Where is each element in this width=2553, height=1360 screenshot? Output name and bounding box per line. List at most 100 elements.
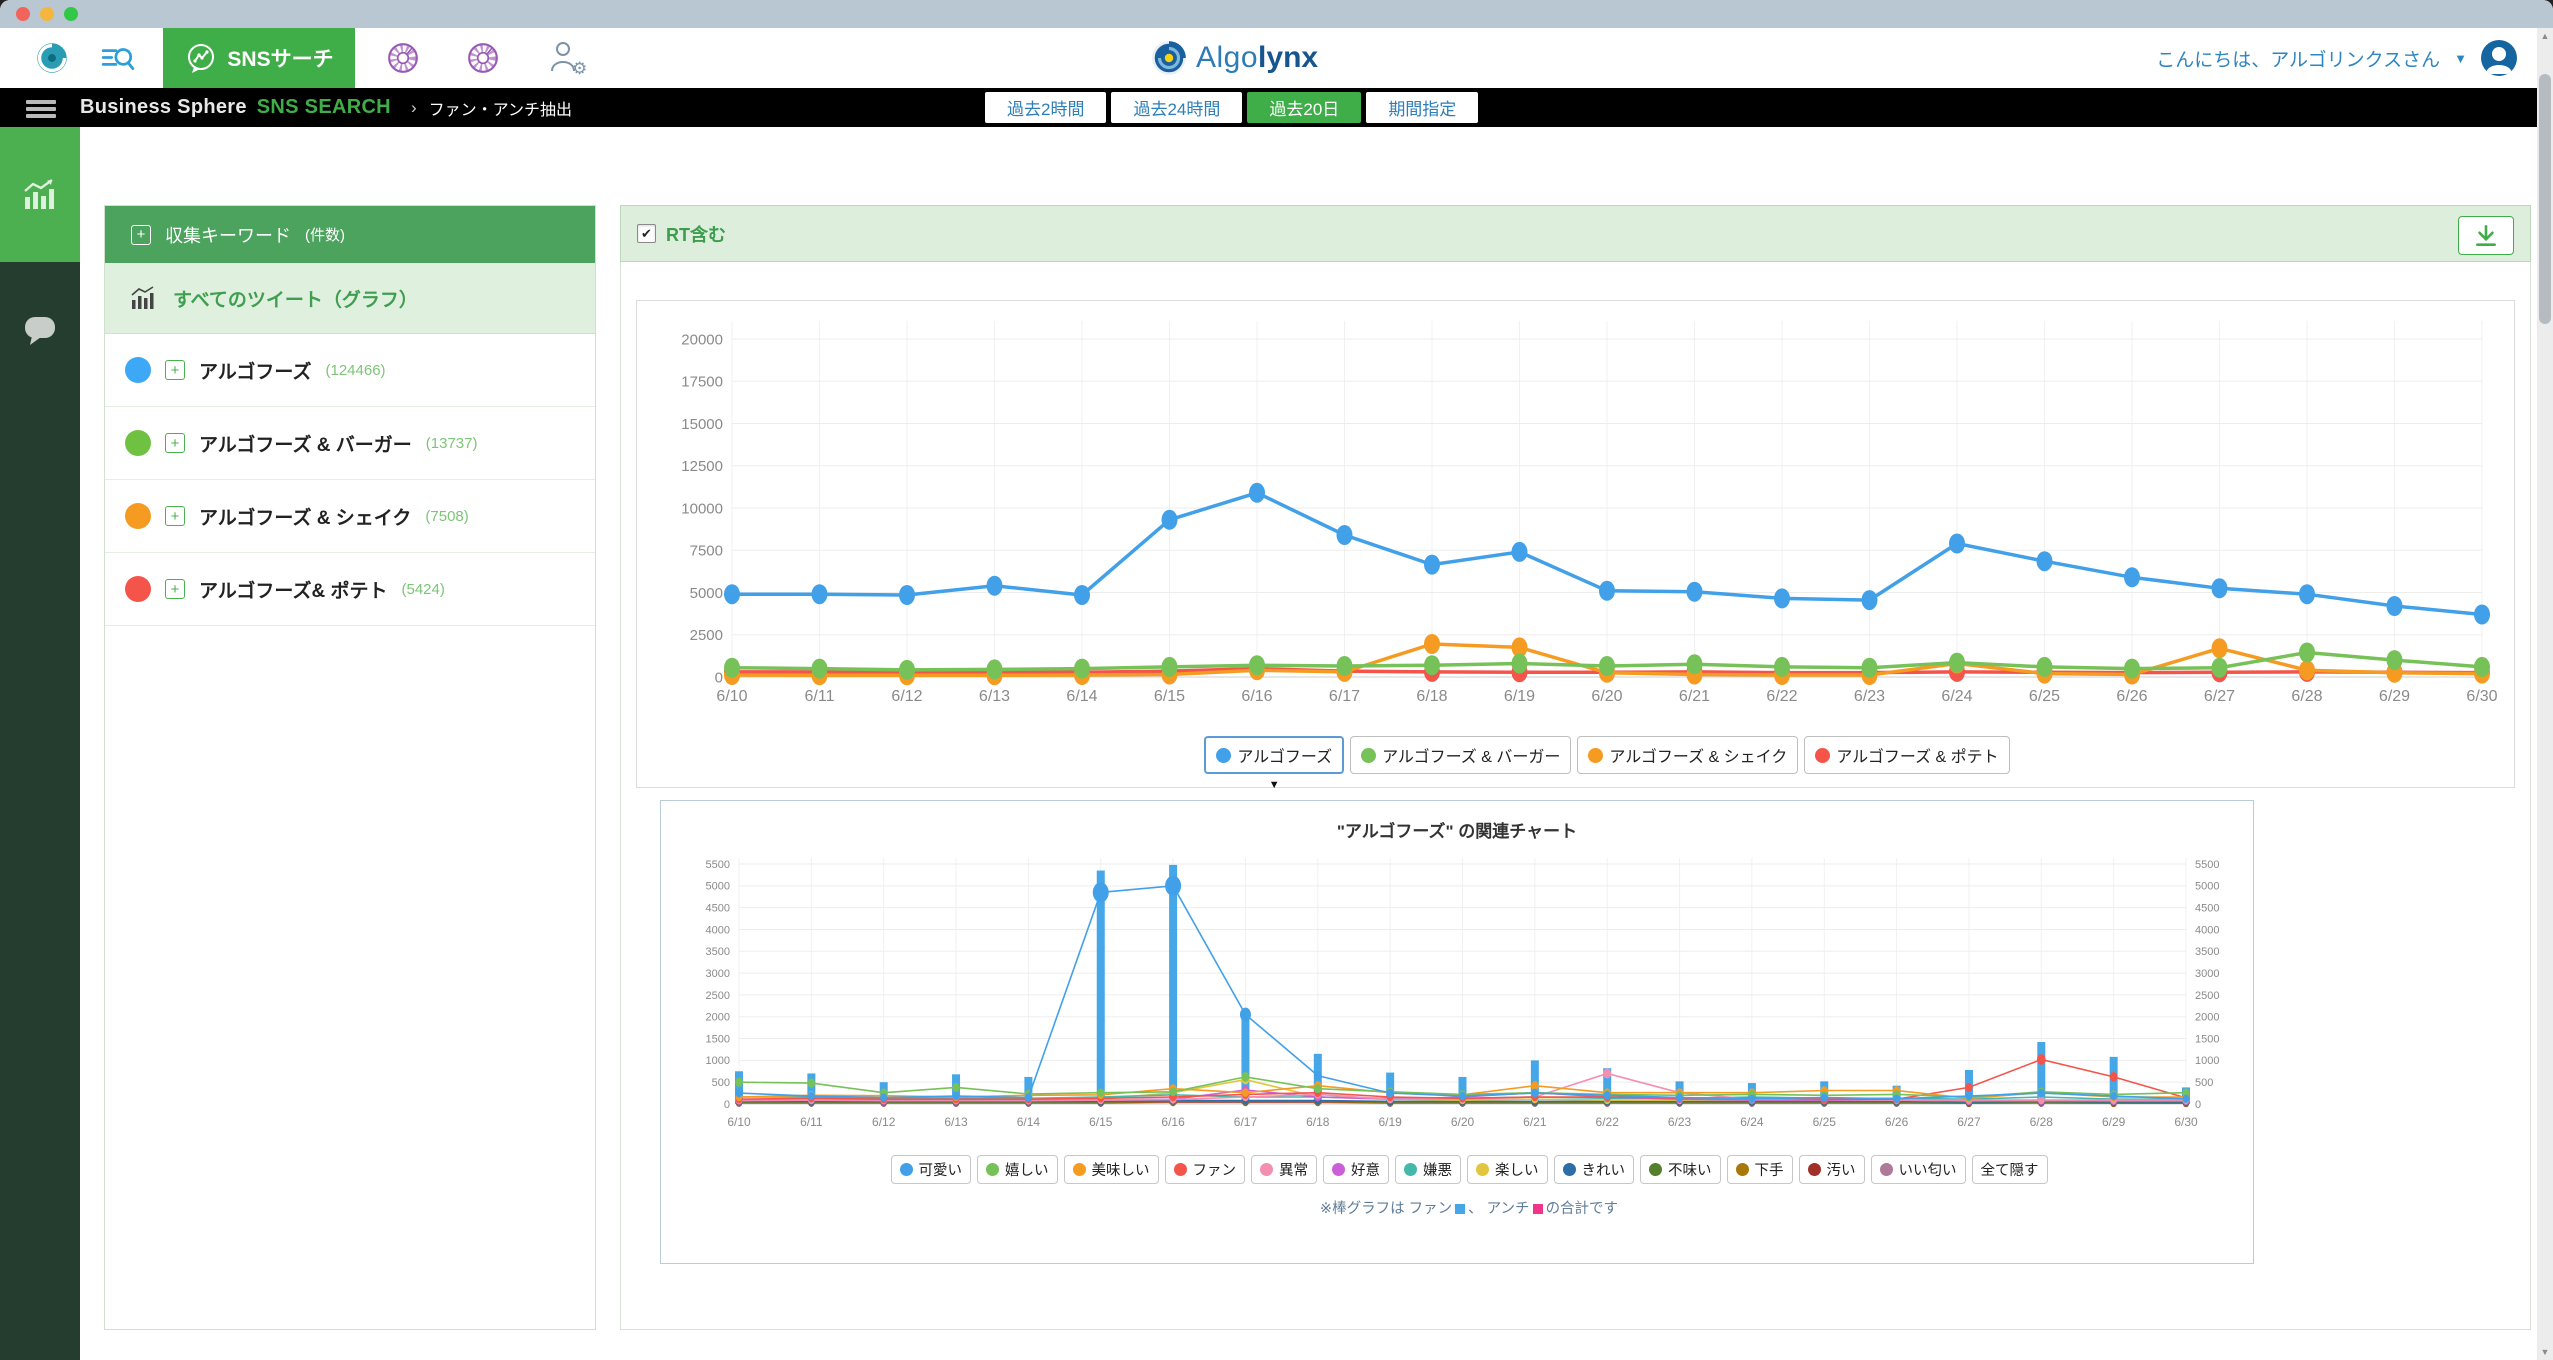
expand-plus-icon[interactable]: + — [165, 579, 185, 599]
legend-item-8[interactable]: きれい — [1553, 1155, 1634, 1184]
legend-item-2[interactable]: 美味しい — [1063, 1155, 1159, 1184]
tab-sns-search[interactable]: SNSサーチ — [163, 28, 355, 88]
top-navbar: SNSサーチ ⚙ Algolynx こんにちは、アルゴリンクスさん ▼ — [0, 28, 2553, 88]
time-button-0[interactable]: 過去2時間 — [985, 92, 1107, 123]
time-button-2[interactable]: 過去20日 — [1247, 92, 1362, 123]
scrollbar-thumb[interactable] — [2539, 74, 2551, 324]
sidebar-item-all-tweets[interactable]: すべてのツイート（グラフ） — [105, 263, 595, 334]
legend-item-3[interactable]: アルゴフーズ & ポテト — [1804, 736, 2010, 774]
svg-text:6/13: 6/13 — [944, 1115, 968, 1129]
vertical-scrollbar[interactable]: ▲ ▼ — [2537, 28, 2553, 1360]
svg-text:6/17: 6/17 — [1329, 688, 1360, 705]
legend-label: 好意 — [1351, 1163, 1380, 1179]
keyword-row-3[interactable]: + アルゴフーズ& ポテト (5424) — [105, 553, 595, 626]
user-avatar[interactable] — [2481, 40, 2517, 76]
svg-text:6/23: 6/23 — [1668, 1115, 1692, 1129]
download-button[interactable] — [2458, 216, 2514, 255]
legend-item-1[interactable]: アルゴフーズ & バーガー — [1350, 736, 1572, 774]
time-button-1[interactable]: 過去24時間 — [1111, 92, 1243, 123]
keyword-count: (5424) — [401, 580, 445, 598]
window-zoom-button[interactable] — [64, 7, 78, 21]
algolynx-logo: Algolynx — [1150, 28, 1410, 88]
svg-text:0: 0 — [715, 669, 723, 686]
legend-item-7[interactable]: 楽しい — [1467, 1155, 1548, 1184]
svg-text:6/19: 6/19 — [1504, 688, 1535, 705]
brand-business-sphere: Business Sphere — [80, 96, 247, 118]
keyword-row-2[interactable]: + アルゴフーズ & シェイク (7508) — [105, 480, 595, 553]
legend-item-9[interactable]: 不味い — [1640, 1155, 1721, 1184]
legend-item-6[interactable]: 嫌悪 — [1395, 1155, 1461, 1184]
svg-text:15000: 15000 — [681, 416, 723, 433]
svg-text:6/14: 6/14 — [1017, 1115, 1041, 1129]
time-button-3[interactable]: 期間指定 — [1366, 92, 1479, 123]
rail-item-analytics[interactable] — [0, 127, 80, 262]
app-logo-icon[interactable] — [30, 28, 74, 88]
legend-item-2[interactable]: アルゴフーズ & シェイク — [1577, 736, 1799, 774]
download-icon — [2476, 224, 2496, 246]
scroll-down-icon[interactable]: ▼ — [2537, 1344, 2553, 1360]
keyword-label: アルゴフーズ — [199, 361, 312, 383]
svg-text:6/29: 6/29 — [2379, 688, 2410, 705]
legend-color-dot — [1332, 1163, 1345, 1176]
legend-color-dot — [1735, 1163, 1749, 1176]
legend-item-1[interactable]: 嬉しい — [977, 1155, 1058, 1184]
user-greeting[interactable]: こんにちは、アルゴリンクスさん — [2156, 45, 2440, 72]
legend-color-dot — [1260, 1163, 1273, 1176]
sns-chart-bubble-icon — [188, 44, 215, 73]
svg-text:6/28: 6/28 — [2291, 688, 2322, 705]
legend-item-12[interactable]: いい匂い — [1870, 1155, 1966, 1184]
expand-plus-icon[interactable]: + — [165, 506, 185, 526]
legend-item-0[interactable]: アルゴフーズ ▼ — [1204, 736, 1345, 791]
keyword-sidebar: + 収集キーワード (件数) すべてのツイート（グラフ） + アルゴフーズ (124… — [104, 205, 596, 1330]
legend-item-5[interactable]: 好意 — [1323, 1155, 1389, 1184]
legend-color-dot — [1072, 1163, 1086, 1176]
legend-item-3[interactable]: ファン — [1164, 1155, 1245, 1184]
legend-item-4[interactable]: 異常 — [1251, 1155, 1317, 1184]
legend-color-dot — [1879, 1163, 1893, 1176]
svg-text:6/23: 6/23 — [1854, 688, 1885, 705]
legend-color-dot — [1216, 747, 1232, 763]
series-color-dot — [125, 503, 151, 529]
legend-item-0[interactable]: 可愛い — [890, 1155, 971, 1184]
expand-plus-icon[interactable]: + — [165, 433, 185, 453]
algolynx-swirl-icon — [1151, 40, 1187, 76]
legend-label: アルゴフーズ — [1237, 749, 1333, 766]
legend-color-dot — [1476, 1163, 1489, 1176]
svg-text:6/13: 6/13 — [979, 688, 1010, 705]
legend-item-11[interactable]: 汚い — [1798, 1155, 1865, 1184]
search-icon[interactable] — [92, 28, 144, 88]
anti-color-square-icon — [1532, 1204, 1543, 1215]
window-minimize-button[interactable] — [40, 7, 54, 21]
legend-item-13[interactable]: 全て隠す — [1971, 1155, 2048, 1184]
svg-text:6/20: 6/20 — [1451, 1115, 1475, 1129]
donut-chart-icon[interactable] — [378, 28, 428, 88]
svg-text:6/27: 6/27 — [1957, 1115, 1981, 1129]
user-settings-icon[interactable]: ⚙ — [538, 28, 598, 88]
rt-toolbar: ✔ RT含む — [620, 205, 2531, 262]
expand-plus-icon[interactable]: + — [165, 360, 185, 380]
svg-text:6/21: 6/21 — [1523, 1115, 1547, 1129]
legend-label: きれい — [1581, 1163, 1626, 1179]
menu-hamburger-icon[interactable] — [26, 97, 56, 121]
window-close-button[interactable] — [16, 7, 30, 21]
keyword-row-0[interactable]: + アルゴフーズ (124466) — [105, 334, 595, 407]
user-menu-caret-icon[interactable]: ▼ — [2454, 51, 2467, 66]
legend-label: 下手 — [1754, 1163, 1784, 1179]
time-range-buttons: 過去2時間 過去24時間 過去20日 期間指定 — [985, 92, 1479, 123]
legend-item-10[interactable]: 下手 — [1726, 1155, 1793, 1184]
rail-item-messages[interactable] — [0, 262, 80, 397]
scroll-up-icon[interactable]: ▲ — [2537, 28, 2553, 44]
svg-text:4500: 4500 — [706, 902, 730, 914]
sidebar-header-collect-keywords[interactable]: + 収集キーワード (件数) — [105, 206, 595, 263]
svg-text:1000: 1000 — [2195, 1055, 2219, 1067]
keyword-label: アルゴフーズ & バーガー — [199, 434, 412, 456]
window-titlebar — [0, 0, 2553, 28]
rt-checkbox[interactable]: ✔ — [637, 224, 656, 243]
legend-label: アルゴフーズ & シェイク — [1609, 749, 1788, 766]
main-chart-card: 0 2500 5000 7500 10000 12500 15000 17500 20000 6/… — [636, 300, 2515, 791]
svg-text:6/27: 6/27 — [2204, 688, 2235, 705]
svg-text:6/26: 6/26 — [1885, 1115, 1909, 1129]
keyword-row-1[interactable]: + アルゴフーズ & バーガー (13737) — [105, 407, 595, 480]
sidebar-header-label: 収集キーワード — [165, 225, 291, 246]
donut-chart-icon-2[interactable] — [458, 28, 508, 88]
